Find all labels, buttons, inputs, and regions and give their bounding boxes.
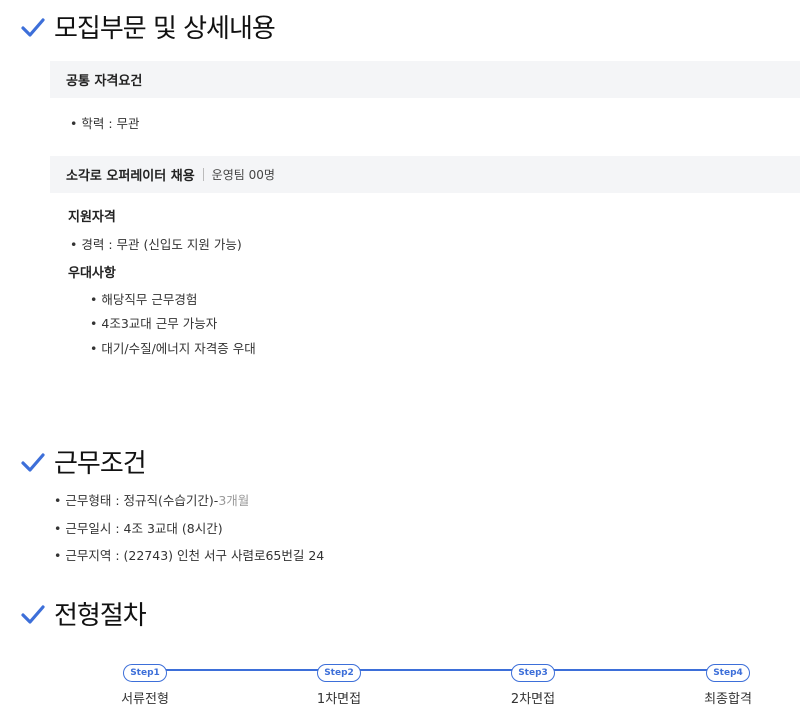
step-label: 2차면접	[510, 692, 556, 707]
section-title-text: 전형절차	[54, 601, 147, 631]
step-badge: Step2	[317, 664, 361, 682]
step-badge: Step3	[511, 664, 555, 682]
position-bar: 소각로 오퍼레이터 채용 운영팀 00명	[50, 156, 800, 193]
list-item: • 4조3교대 근무 가능자	[90, 316, 218, 331]
section-title-recruit: 모집부문 및 상세내용	[20, 8, 276, 45]
section-title-text: 근무조건	[54, 449, 147, 479]
list-item: • 근무지역 : (22743) 인천 서구 사렴로65번길 24	[54, 548, 325, 563]
section-title-text: 모집부문 및 상세내용	[54, 14, 276, 44]
section-title-conditions: 근무조건	[20, 443, 147, 480]
position-heading: 소각로 오퍼레이터 채용	[66, 169, 195, 184]
step-label: 1차면접	[316, 692, 362, 707]
list-item: • 근무일시 : 4조 3교대 (8시간)	[54, 521, 223, 536]
step-label: 최종합격	[704, 692, 752, 707]
process-steps: Step1 서류전형 Step2 1차면접 Step3 2차면접 Step4 최…	[100, 660, 780, 710]
list-item: • 근무형태 : 정규직(수습기간)-3개월	[54, 493, 250, 508]
section-title-process: 전형절차	[20, 595, 147, 632]
common-requirements-heading: 공통 자격요건	[66, 74, 143, 89]
step-badge: Step1	[123, 664, 167, 682]
team-label: 운영팀 00명	[211, 168, 275, 182]
step-track	[146, 669, 730, 671]
check-icon	[21, 604, 45, 624]
list-item: • 경력 : 무관 (신입도 지원 가능)	[70, 237, 242, 252]
step-4: Step4 최종합격	[683, 660, 773, 707]
list-item: • 대기/수질/에너지 자격증 우대	[90, 341, 256, 356]
qualification-heading: 지원자격	[68, 210, 116, 225]
list-item: • 해당직무 근무경험	[90, 292, 198, 307]
step-1: Step1 서류전형	[100, 660, 190, 707]
preference-heading: 우대사항	[68, 266, 116, 281]
list-item: • 학력 : 무관	[70, 116, 140, 131]
step-2: Step2 1차면접	[294, 660, 384, 707]
check-icon	[21, 452, 45, 472]
step-3: Step3 2차면접	[488, 660, 578, 707]
check-icon	[21, 17, 45, 37]
common-requirements-bar: 공통 자격요건	[50, 61, 800, 98]
divider	[202, 168, 204, 181]
step-label: 서류전형	[121, 692, 169, 707]
step-badge: Step4	[706, 664, 750, 682]
